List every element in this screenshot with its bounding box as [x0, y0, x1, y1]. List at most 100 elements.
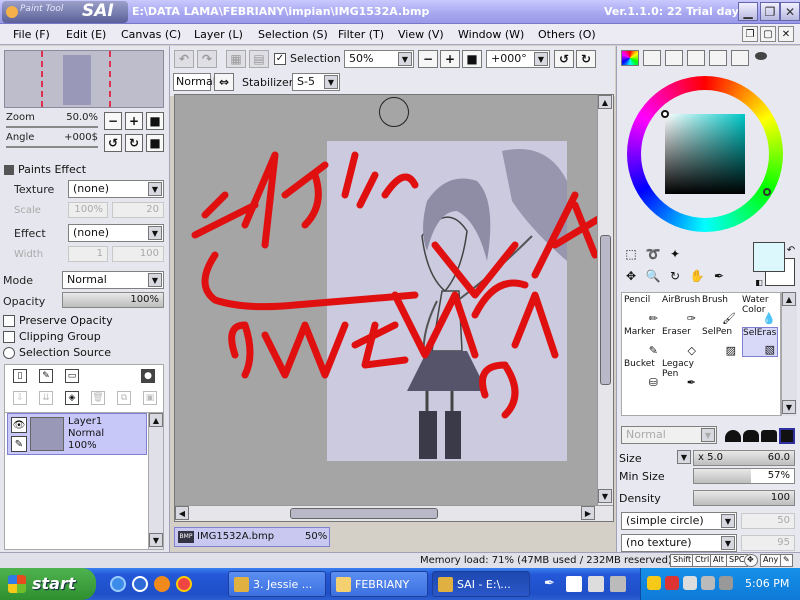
brush-tip-flat-icon[interactable] [761, 430, 777, 442]
zoom-select[interactable]: 50% ▼ [344, 50, 414, 68]
rotate-reset-button[interactable]: ■ [146, 134, 164, 152]
toolbar-rotate-right[interactable]: ↻ [576, 50, 596, 68]
angle-slider[interactable] [6, 146, 98, 148]
ie-icon[interactable] [110, 576, 126, 592]
browser-icon[interactable] [132, 576, 148, 592]
maximize-button[interactable]: ❐ [760, 2, 780, 21]
color-palette-tab[interactable] [731, 50, 749, 66]
size-multiplier-dropdown[interactable]: ▼ [677, 450, 691, 464]
layer-mode-select[interactable]: Normal ▼ [62, 271, 164, 289]
tool-bucket[interactable]: Bucket ⛁ [624, 359, 660, 389]
move-icon[interactable]: ✥ [623, 268, 639, 284]
scroll-down-icon[interactable]: ▼ [782, 400, 796, 414]
toolbar-rotate-left[interactable]: ↺ [554, 50, 574, 68]
layer-row[interactable]: 👁 ✎ Layer1 Normal 100% [7, 413, 147, 455]
reset-colors-icon[interactable]: ◧ [751, 274, 767, 290]
trash-icon[interactable]: 🗑 [91, 391, 105, 405]
tool-pencil[interactable]: Pencil ✏ [624, 295, 660, 325]
transfer-down-icon[interactable]: ⇩ [13, 391, 27, 405]
new-linework-layer-icon[interactable]: ✎ [39, 369, 53, 383]
brush-tip-round-icon[interactable] [725, 430, 741, 442]
brush-blend-mode-select[interactable]: Normal ▼ [621, 426, 717, 444]
texture-select[interactable]: (none) ▼ [68, 180, 164, 198]
effect-select[interactable]: (none) ▼ [68, 224, 164, 242]
vertical-scroll-thumb[interactable] [600, 235, 611, 385]
taskbar-item-sai[interactable]: SAI - E:\... [432, 571, 530, 597]
tool-seleras[interactable]: SelEras ▧ [742, 327, 778, 357]
selection-checkbox[interactable]: ✓ Selection [274, 52, 341, 65]
menu-window[interactable]: Window (W) [458, 28, 524, 41]
zoom-out-button[interactable]: − [104, 112, 122, 130]
tool-brush[interactable]: Brush 🖌 [702, 295, 738, 325]
brush-tip-square-icon[interactable] [779, 428, 795, 444]
mdi-restore-button[interactable]: ❐ [742, 26, 758, 42]
toolbar-zoom-in[interactable]: + [440, 50, 460, 68]
tray-sai-icon[interactable] [719, 576, 733, 590]
clipping-group-checkbox[interactable]: Clipping Group [3, 330, 101, 343]
toolbar-zoom-reset[interactable]: ■ [462, 50, 482, 68]
color-wheel-tab[interactable] [621, 50, 639, 66]
brush-shape-select[interactable]: (simple circle) ▼ [621, 512, 737, 530]
canvas-horizontal-scrollbar[interactable]: ◀ ▶ [175, 505, 613, 521]
zoom-in-button[interactable]: + [125, 112, 143, 130]
selection-source-radio[interactable]: Selection Source [3, 346, 111, 359]
media-player-icon[interactable] [176, 576, 192, 592]
hue-picker-handle[interactable] [763, 188, 771, 196]
tool-airbrush[interactable]: AirBrush ✑ [662, 295, 700, 325]
layer-list-scrollbar[interactable]: ▲ ▼ [148, 413, 163, 549]
brush-texture-select[interactable]: (no texture) ▼ [621, 534, 737, 552]
tray-app-icon[interactable] [683, 576, 697, 590]
sv-picker-handle[interactable] [661, 110, 669, 118]
tool-options-tab[interactable] [755, 50, 773, 66]
menu-selection[interactable]: Selection (S) [258, 28, 328, 41]
visibility-eye-icon[interactable]: 👁 [11, 417, 27, 433]
firefox-icon[interactable] [154, 576, 170, 592]
scroll-right-icon[interactable]: ▶ [581, 506, 595, 520]
close-button[interactable]: ✕ [780, 2, 800, 21]
minimize-button[interactable]: ▁ [738, 2, 758, 21]
new-folder-icon[interactable]: ▭ [65, 369, 79, 383]
brush-tip-medium-icon[interactable] [743, 430, 759, 442]
min-size-slider[interactable]: 57% [693, 468, 795, 484]
mdi-close-button[interactable]: ✕ [778, 26, 794, 42]
redo-button[interactable]: ↷ [197, 50, 217, 68]
lasso-icon[interactable]: ➰ [645, 246, 661, 262]
hsv-slider-tab[interactable] [665, 50, 683, 66]
preserve-opacity-checkbox[interactable]: Preserve Opacity [3, 314, 113, 327]
keyboard-icon[interactable] [610, 576, 626, 592]
scroll-up-icon[interactable]: ▲ [598, 95, 612, 109]
magic-wand-icon[interactable]: ✦ [667, 246, 683, 262]
scroll-up-icon[interactable]: ▲ [782, 292, 796, 306]
size-slider[interactable]: x 5.0 60.0 [693, 450, 795, 466]
select-rect-icon[interactable]: ⬚ [623, 246, 639, 262]
antivirus-icon[interactable] [665, 576, 679, 590]
tool-selpen[interactable]: SelPen ▨ [702, 327, 738, 357]
menu-canvas[interactable]: Canvas (C) [121, 28, 181, 41]
paints-effect-header[interactable]: Paints Effect [4, 163, 86, 176]
horizontal-scroll-thumb[interactable] [290, 508, 438, 519]
opacity-slider[interactable]: 100% [62, 292, 164, 308]
help-icon[interactable] [566, 576, 582, 592]
tool-eraser[interactable]: Eraser ◇ [662, 327, 698, 357]
swap-colors-icon[interactable]: ↶ [783, 242, 799, 258]
menu-edit[interactable]: Edit (E) [66, 28, 106, 41]
rotate-tool-icon[interactable]: ↻ [667, 268, 683, 284]
mdi-maximize-button[interactable]: ▢ [760, 26, 776, 42]
rotate-right-button[interactable]: ↻ [125, 134, 143, 152]
file-tab[interactable]: BMP IMG1532A.bmp 50% [174, 527, 330, 547]
mask-apply-icon[interactable]: ▣ [143, 391, 157, 405]
saturation-value-square[interactable] [665, 114, 745, 194]
menu-file[interactable]: File (F) [13, 28, 50, 41]
primary-color-swatch[interactable] [753, 242, 785, 272]
tool-marker[interactable]: Marker ✎ [624, 327, 660, 357]
rotation-select[interactable]: +000° ▼ [486, 50, 550, 68]
scroll-down-icon[interactable]: ▼ [149, 533, 163, 547]
scroll-down-icon[interactable]: ▼ [598, 489, 612, 503]
menu-filter[interactable]: Filter (T) [338, 28, 384, 41]
scratchpad-tab[interactable] [709, 50, 727, 66]
canvas-area[interactable]: ▲ ▼ ◀ ▶ [174, 94, 614, 522]
taskbar-item-jessie[interactable]: 3. Jessie ... [228, 571, 326, 597]
eyedropper-icon[interactable]: ✒ [711, 268, 727, 284]
swatch-tab[interactable] [687, 50, 705, 66]
layer-mask-icon[interactable]: ● [141, 369, 155, 383]
